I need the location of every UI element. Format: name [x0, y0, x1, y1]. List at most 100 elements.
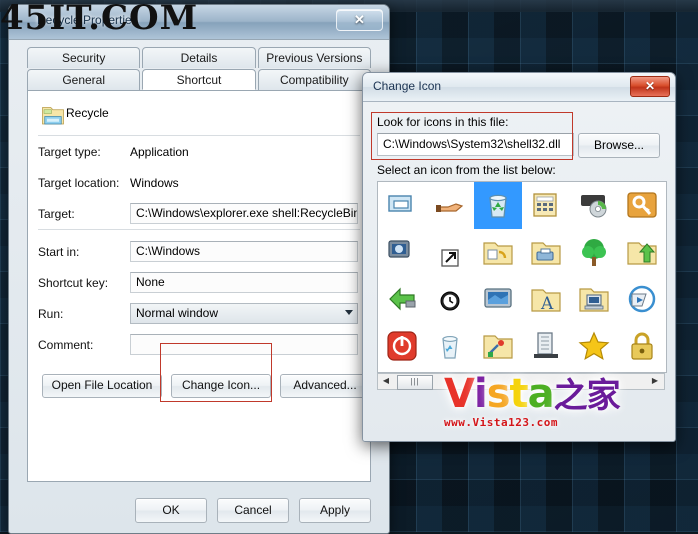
icon-cell-page[interactable]	[666, 276, 667, 323]
watermark-top-text: 45IT.COM	[0, 0, 199, 38]
field-value: Application	[130, 144, 189, 159]
field-start-in: Start in: C:\Windows	[28, 236, 370, 267]
logo-cjk-text: 之家	[553, 376, 621, 416]
field-value: Windows	[130, 175, 179, 190]
recycle-properties-window: Recycle Properties ✕ Security Details Pr…	[8, 4, 390, 534]
clock-icon	[440, 291, 460, 311]
change-icon-button[interactable]: Change Icon...	[171, 374, 271, 398]
change-icon-title-text: Change Icon	[373, 79, 442, 93]
scrollbar-thumb[interactable]: |||	[397, 375, 433, 390]
shortcut-name-label: Recycle	[66, 106, 109, 120]
folder-computer-icon	[579, 288, 609, 312]
tab-security[interactable]: Security	[27, 47, 141, 68]
icon-cell-media-center[interactable]	[618, 276, 666, 323]
shortcut-header: Recycle	[28, 91, 370, 135]
properties-footer: OK Cancel Apply	[9, 498, 389, 523]
shortcut-arrow-icon	[441, 249, 459, 267]
icon-cell-padlock[interactable]	[618, 323, 666, 370]
icon-cell-folder-settings[interactable]	[474, 229, 522, 276]
folder-printer-icon	[531, 242, 561, 265]
look-for-icons-label: Look for icons in this file:	[377, 115, 509, 129]
run-dropdown[interactable]: Normal window	[130, 303, 358, 324]
ok-button[interactable]: OK	[135, 498, 207, 523]
icon-cell-folder-fonts[interactable]: A	[522, 276, 570, 323]
change-icon-title-bar[interactable]: Change Icon ✕	[363, 73, 675, 102]
chevron-down-icon	[345, 310, 353, 315]
start-in-input[interactable]: C:\Windows	[130, 241, 358, 262]
icon-cell-recycle-bin[interactable]	[474, 182, 522, 229]
folder-settings-icon	[483, 242, 513, 265]
icon-cell-calculator-panel[interactable]	[522, 182, 570, 229]
select-icon-label: Select an icon from the list below:	[377, 163, 556, 177]
tab-shortcut[interactable]: Shortcut	[142, 69, 256, 90]
icon-cell-network-computer[interactable]	[666, 182, 667, 229]
comment-input[interactable]	[130, 334, 358, 355]
shortcut-action-buttons: Open File Location Change Icon... Advanc…	[28, 360, 370, 398]
close-icon[interactable]: ✕	[630, 76, 670, 97]
icon-cell-star-favorites[interactable]	[570, 323, 618, 370]
logo-letter-v: V	[444, 371, 475, 417]
icon-cell-folder-tools[interactable]	[474, 323, 522, 370]
vista-logo-url: www.Vista123.com	[444, 416, 558, 429]
close-icon[interactable]: ✕	[336, 9, 383, 31]
shortcut-key-input[interactable]: None	[130, 272, 358, 293]
star-favorites-icon	[578, 331, 610, 361]
window-stack-icon	[388, 195, 412, 212]
hand-pointer-icon	[436, 203, 464, 212]
icon-cell-usb-back-arrow[interactable]	[378, 276, 426, 323]
field-run: Run: Normal window	[28, 298, 370, 329]
folder-fonts-icon: A	[531, 289, 561, 314]
usb-back-arrow-icon	[389, 287, 416, 311]
folder-recycle-icon	[42, 107, 64, 125]
target-input[interactable]: C:\Windows\explorer.exe shell:RecycleBin…	[130, 203, 358, 224]
icon-grid-list[interactable]: A	[377, 181, 667, 373]
icon-cell-shortcut-arrow[interactable]	[426, 229, 474, 276]
icon-cell-folder-computer[interactable]	[570, 276, 618, 323]
folder-open-arrow-icon	[627, 242, 657, 265]
icon-cell-document[interactable]	[666, 229, 667, 276]
tab-compatibility[interactable]: Compatibility	[257, 69, 371, 90]
icon-cell-power-button[interactable]	[378, 323, 426, 370]
icon-cell-folder-open-arrow[interactable]	[618, 229, 666, 276]
tab-row-1: Security Details Previous Versions	[27, 47, 371, 68]
logo-letter-t: t	[509, 371, 529, 417]
recycle-bin-icon	[489, 194, 507, 218]
cancel-button[interactable]: Cancel	[217, 498, 289, 523]
field-label: Target type:	[38, 144, 101, 159]
monitor-globe-icon	[388, 240, 410, 258]
field-label: Start in:	[38, 244, 80, 259]
tab-details[interactable]: Details	[142, 47, 256, 68]
icon-cell-pen[interactable]	[666, 323, 667, 370]
vista-site-logo: Vista之家 www.Vista123.com	[444, 372, 666, 434]
icon-grid-row	[378, 229, 666, 276]
icon-cell-window-stack[interactable]	[378, 182, 426, 229]
padlock-icon	[631, 332, 653, 360]
advanced-button[interactable]: Advanced...	[280, 374, 370, 398]
field-label: Target:	[38, 206, 75, 221]
icon-file-path-input[interactable]: C:\Windows\System32\shell32.dll	[377, 133, 574, 156]
scroll-left-arrow-icon[interactable]: ◀	[378, 374, 394, 389]
icon-cell-desktop-screen[interactable]	[474, 276, 522, 323]
media-center-icon	[628, 285, 656, 313]
desktop-screen-icon	[484, 288, 512, 308]
icon-grid-row: A	[378, 276, 666, 323]
apply-button[interactable]: Apply	[299, 498, 371, 523]
browse-button[interactable]: Browse...	[578, 133, 660, 158]
field-label: Comment:	[38, 337, 94, 352]
icon-cell-key[interactable]	[618, 182, 666, 229]
icon-cell-recycle-bin-empty[interactable]	[426, 323, 474, 370]
icon-cell-monitor-globe[interactable]	[378, 229, 426, 276]
icon-cell-folder-printer[interactable]	[522, 229, 570, 276]
icon-cell-tree[interactable]	[570, 229, 618, 276]
icon-cell-hand-pointer[interactable]	[426, 182, 474, 229]
recycle-bin-empty-icon	[442, 336, 458, 359]
cd-drive-icon	[581, 195, 607, 218]
tab-general[interactable]: General	[27, 69, 141, 90]
tab-previous-versions[interactable]: Previous Versions	[257, 47, 371, 68]
open-file-location-button[interactable]: Open File Location	[42, 374, 162, 398]
icon-cell-server[interactable]	[522, 323, 570, 370]
icon-grid-row	[378, 182, 666, 229]
field-target-type: Target type: Application	[28, 136, 370, 167]
icon-cell-clock[interactable]	[426, 276, 474, 323]
icon-cell-cd-drive[interactable]	[570, 182, 618, 229]
